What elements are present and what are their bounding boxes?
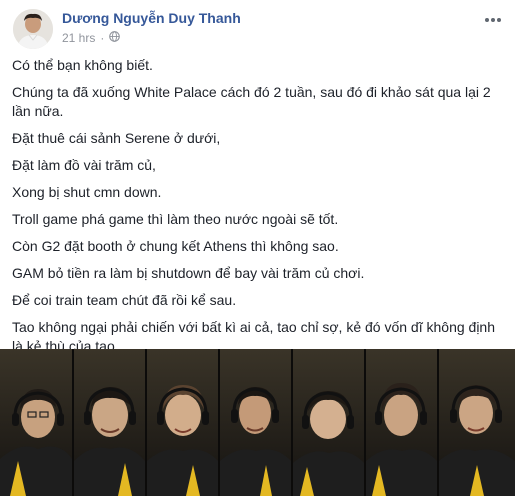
post-paragraph: Còn G2 đặt booth ở chung kết Athens thì … <box>12 238 339 254</box>
post-paragraph: Để coi train team chút đã rồi kể sau. <box>12 292 237 308</box>
post-paragraph: Chúng ta đã xuống White Palace cách đó 2… <box>12 84 491 119</box>
author-name[interactable]: Dương Nguyễn Duy Thanh <box>62 10 241 26</box>
post-paragraph: GAM bỏ tiền ra làm bị shutdown để bay và… <box>12 265 365 281</box>
post-paragraph: Đặt thuê cái sảnh Serene ở dưới, <box>12 130 221 146</box>
author-avatar[interactable] <box>13 9 53 49</box>
post-paragraph: Troll game phá game thì làm theo nước ng… <box>12 211 339 227</box>
post-paragraph: Có thể bạn không biết. <box>12 57 153 73</box>
separator-dot: · <box>100 31 105 45</box>
post-timestamp[interactable]: 21 hrs <box>62 31 95 45</box>
post-paragraph: Đặt làm đồ vài trăm củ, <box>12 157 156 173</box>
post-paragraph: Xong bị shut cmn down. <box>12 184 162 200</box>
globe-icon[interactable] <box>109 31 121 45</box>
more-options-icon[interactable] <box>484 6 502 29</box>
post-text: Có thể bạn không biết. Chúng ta đã xuống… <box>12 56 507 364</box>
team-photo[interactable] <box>0 349 515 496</box>
post-meta: 21 hrs · <box>62 31 121 45</box>
